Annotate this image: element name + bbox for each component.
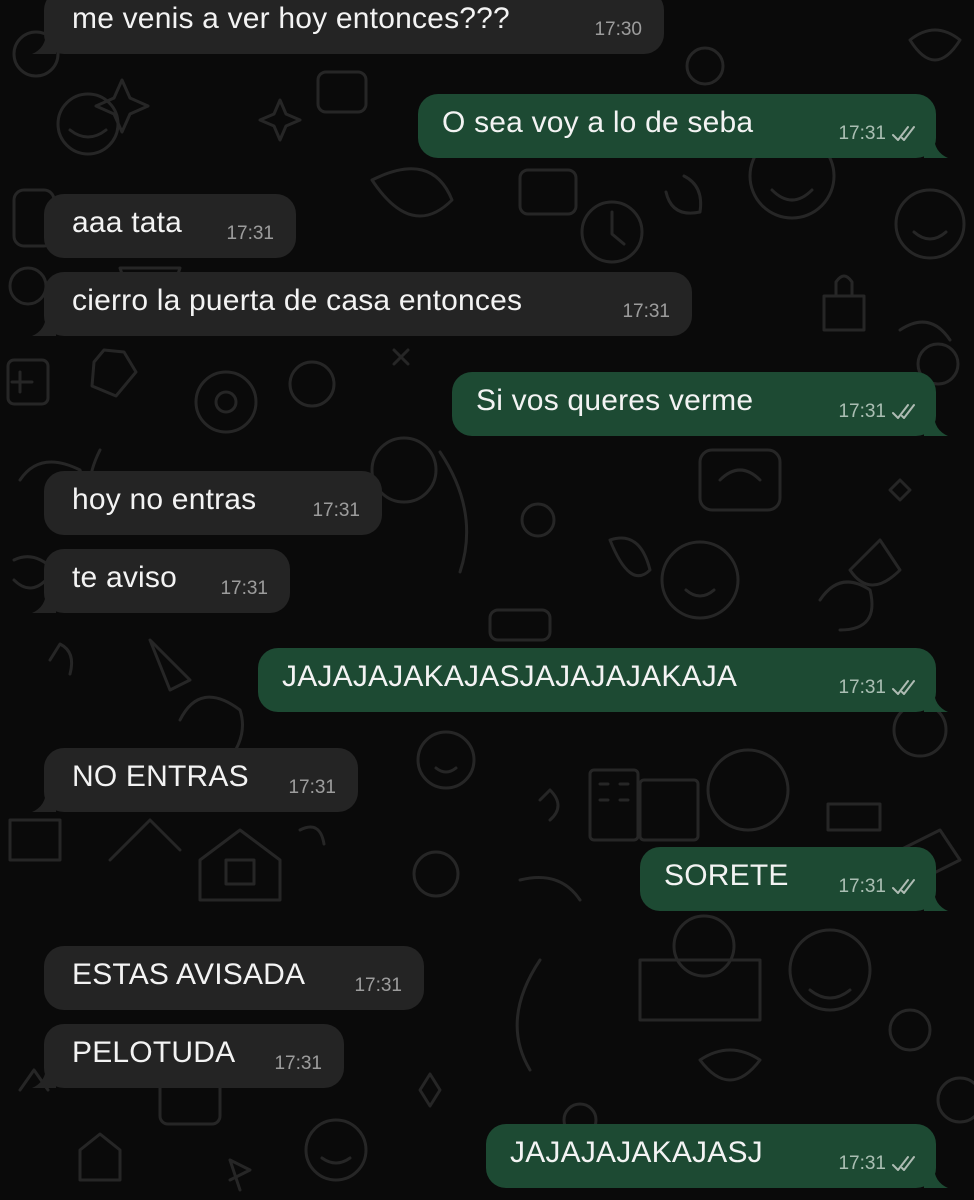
message-text: me venis a ver hoy entonces??? [72,2,510,35]
message-meta: 17:31 [838,673,918,703]
message-time: 17:31 [838,677,886,698]
incoming-message[interactable]: me venis a ver hoy entonces??? 17:30 [32,0,664,54]
outgoing-message[interactable]: JAJAJAJAKAJASJ 17:31 [486,1124,948,1188]
message-meta: 17:31 [622,297,670,327]
message-meta: 17:31 [226,219,274,249]
message-text: SORETE [664,859,789,892]
bubble-tail [32,314,56,336]
message-text: cierro la puerta de casa entonces [72,284,523,317]
outgoing-message[interactable]: JAJAJAJAKAJASJAJAJAJAKAJA 17:31 [258,648,948,712]
bubble-tail [924,136,948,158]
message-text: JAJAJAJAKAJASJAJAJAJAKAJA [282,660,738,693]
read-double-check-icon [892,879,915,894]
message-text: Si vos queres verme [476,384,754,417]
incoming-message[interactable]: ESTAS AVISADA 17:31 [44,946,424,1010]
chat-conversation[interactable]: me venis a ver hoy entonces??? 17:30 O s… [0,0,974,1200]
message-time: 17:31 [838,876,886,897]
incoming-message[interactable]: cierro la puerta de casa entonces 17:31 [32,272,692,336]
message-time: 17:30 [594,19,642,40]
outgoing-message[interactable]: O sea voy a lo de seba 17:31 [418,94,948,158]
message-text: PELOTUDA [72,1036,236,1069]
message-time: 17:31 [288,777,336,798]
incoming-message[interactable]: PELOTUDA 17:31 [32,1024,344,1088]
message-time: 17:31 [838,401,886,422]
message-text: NO ENTRAS [72,760,249,793]
message-time: 17:31 [838,123,886,144]
bubble-tail [32,591,56,613]
bubble-tail [32,1066,56,1088]
message-text: aaa tata [72,206,183,239]
message-meta: 17:31 [838,1149,918,1179]
message-meta: 17:31 [838,119,918,149]
message-text: ESTAS AVISADA [72,958,306,991]
message-time: 17:31 [838,1153,886,1174]
message-text: hoy no entras [72,483,257,516]
read-double-check-icon [892,126,915,141]
message-time: 17:31 [312,500,360,521]
message-meta: 17:31 [312,496,360,526]
bubble-tail [924,1166,948,1188]
message-meta: 17:31 [220,574,268,604]
message-meta: 17:30 [594,15,642,45]
outgoing-message[interactable]: Si vos queres verme 17:31 [452,372,948,436]
read-double-check-icon [892,404,915,419]
bubble-tail [32,790,56,812]
message-text: te aviso [72,561,177,594]
message-text: JAJAJAJAKAJASJ [510,1136,763,1169]
bubble-tail [924,690,948,712]
read-double-check-icon [892,680,915,695]
incoming-message[interactable]: NO ENTRAS 17:31 [32,748,358,812]
message-time: 17:31 [354,975,402,996]
message-time: 17:31 [220,578,268,599]
message-meta: 17:31 [288,773,336,803]
message-time: 17:31 [226,223,274,244]
bubble-tail [32,32,56,54]
outgoing-message[interactable]: SORETE 17:31 [640,847,948,911]
bubble-tail [924,889,948,911]
message-meta: 17:31 [274,1049,322,1079]
incoming-message[interactable]: te aviso 17:31 [32,549,290,613]
message-time: 17:31 [274,1053,322,1074]
message-meta: 17:31 [838,872,918,902]
incoming-message[interactable]: hoy no entras 17:31 [44,471,382,535]
read-double-check-icon [892,1156,915,1171]
message-meta: 17:31 [838,397,918,427]
message-text: O sea voy a lo de seba [442,106,754,139]
bubble-tail [924,414,948,436]
message-time: 17:31 [622,301,670,322]
message-meta: 17:31 [354,971,402,1001]
incoming-message[interactable]: aaa tata 17:31 [44,194,296,258]
